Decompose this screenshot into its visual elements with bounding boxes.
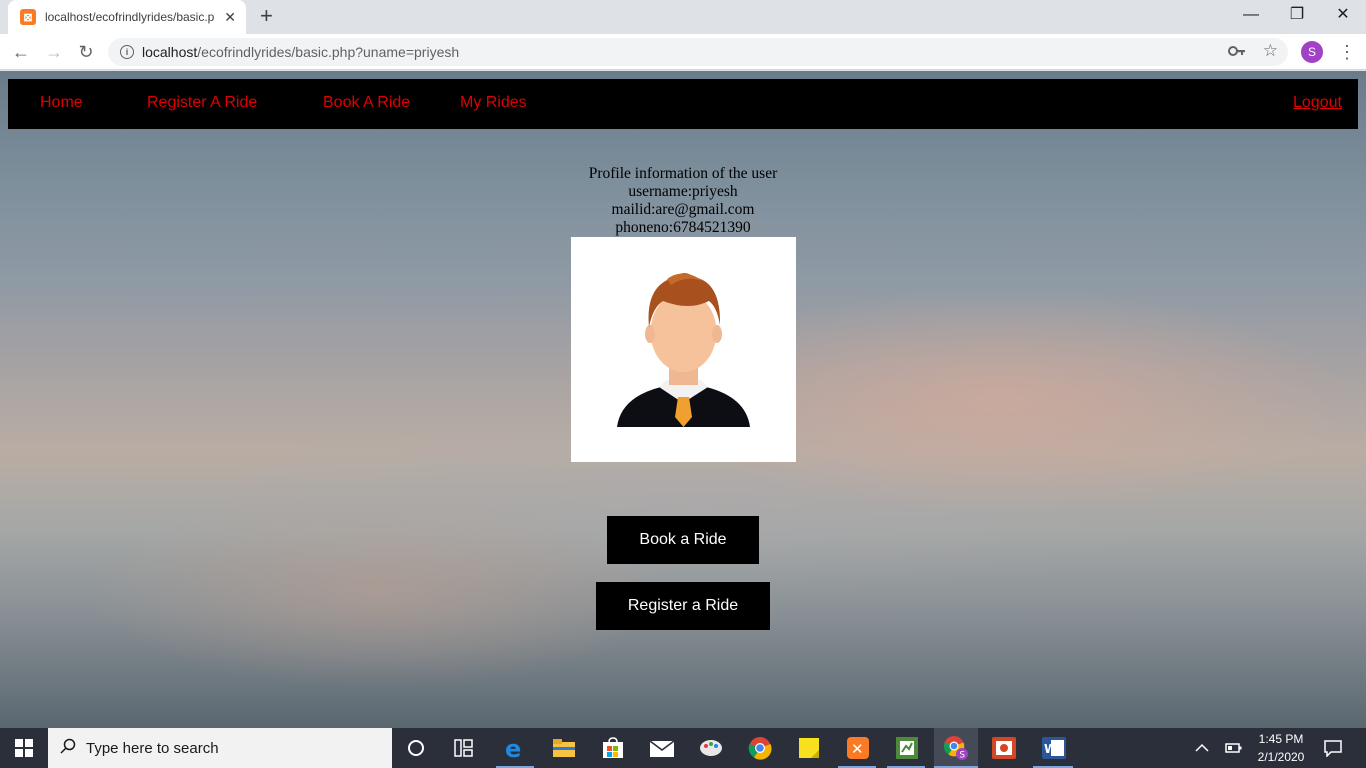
clock-time[interactable]: 1:45 PM — [1252, 732, 1310, 746]
battery-icon[interactable] — [1220, 734, 1248, 762]
search-placeholder: Type here to search — [86, 739, 219, 757]
site-navbar: Home Register A Ride Book A Ride My Ride… — [8, 79, 1358, 129]
project-app-icon[interactable] — [893, 734, 921, 762]
profile-info: Profile information of the user username… — [0, 165, 1366, 237]
back-arrow-icon[interactable]: ← — [9, 40, 33, 64]
svg-text:S: S — [959, 751, 965, 761]
xampp-taskbar-icon[interactable]: ✕ — [844, 734, 872, 762]
page-viewport: Home Register A Ride Book A Ride My Ride… — [0, 71, 1366, 728]
profile-avatar[interactable]: S — [1301, 41, 1323, 63]
word-icon[interactable]: W — [1040, 734, 1068, 762]
taskbar-search[interactable]: Type here to search — [48, 728, 392, 768]
browser-toolbar: ← → ↻ i localhost/ecofrindlyrides/basic.… — [0, 34, 1366, 70]
nav-book-ride[interactable]: Book A Ride — [323, 94, 410, 112]
nav-my-rides[interactable]: My Rides — [460, 94, 527, 112]
profile-phoneno: phoneno:6784521390 — [615, 219, 751, 236]
svg-text:W: W — [1044, 742, 1057, 756]
task-view-icon[interactable] — [450, 734, 478, 762]
browser-tab[interactable]: ⊠ localhost/ecofrindlyrides/basic.p ✕ — [8, 0, 246, 34]
tray-chevron-icon[interactable] — [1188, 734, 1216, 762]
book-ride-button[interactable]: Book a Ride — [607, 516, 759, 564]
nav-register-ride[interactable]: Register A Ride — [147, 94, 257, 112]
chrome-icon[interactable] — [746, 734, 774, 762]
url-text[interactable]: localhost/ecofrindlyrides/basic.php?unam… — [142, 44, 459, 60]
user-avatar-illustration — [617, 273, 750, 427]
windows-taskbar: Type here to search e ✕ S W 1:45 PM 2/1/… — [0, 728, 1366, 768]
svg-text:e: e — [505, 736, 521, 760]
sticky-notes-icon[interactable] — [795, 734, 823, 762]
nav-logout[interactable]: Logout — [1293, 94, 1342, 112]
restore-icon[interactable]: ❐ — [1274, 2, 1320, 28]
cortana-icon[interactable] — [402, 734, 430, 762]
bookmark-star-icon[interactable]: ☆ — [1263, 41, 1278, 61]
browser-tabstrip: ⊠ localhost/ecofrindlyrides/basic.p ✕ + … — [0, 0, 1366, 34]
svg-text:✕: ✕ — [851, 740, 864, 758]
profile-username: username:priyesh — [628, 183, 738, 200]
address-bar[interactable]: i localhost/ecofrindlyrides/basic.php?un… — [108, 38, 1288, 66]
new-tab-button[interactable]: + — [260, 4, 273, 28]
powerpoint-icon[interactable] — [990, 734, 1018, 762]
forward-arrow-icon[interactable]: → — [42, 40, 66, 64]
close-window-icon[interactable]: ✕ — [1320, 2, 1366, 28]
store-icon[interactable] — [599, 734, 627, 762]
mail-icon[interactable] — [648, 734, 676, 762]
reload-icon[interactable]: ↻ — [74, 40, 98, 64]
menu-kebab-icon[interactable]: ⋮ — [1338, 40, 1356, 64]
minimize-icon[interactable]: — — [1228, 2, 1274, 28]
tab-title: localhost/ecofrindlyrides/basic.p — [44, 10, 215, 24]
nav-home[interactable]: Home — [40, 94, 83, 112]
key-icon[interactable] — [1228, 44, 1246, 60]
chrome-profile-icon[interactable]: S — [942, 734, 970, 762]
info-icon[interactable]: i — [120, 45, 134, 59]
profile-mailid: mailid:are@gmail.com — [611, 201, 755, 218]
windows-start-icon[interactable] — [0, 728, 48, 768]
notifications-icon[interactable] — [1319, 734, 1347, 762]
register-ride-button[interactable]: Register a Ride — [596, 582, 770, 630]
edge-icon[interactable]: e — [501, 734, 529, 762]
search-icon — [60, 738, 76, 759]
tab-close-icon[interactable]: ✕ — [224, 9, 236, 26]
paint-icon[interactable] — [697, 734, 725, 762]
profile-picture — [571, 237, 796, 462]
file-explorer-icon[interactable] — [550, 734, 578, 762]
xampp-icon: ⊠ — [20, 9, 36, 25]
profile-heading: Profile information of the user — [588, 165, 778, 182]
clock-date[interactable]: 2/1/2020 — [1252, 750, 1310, 764]
